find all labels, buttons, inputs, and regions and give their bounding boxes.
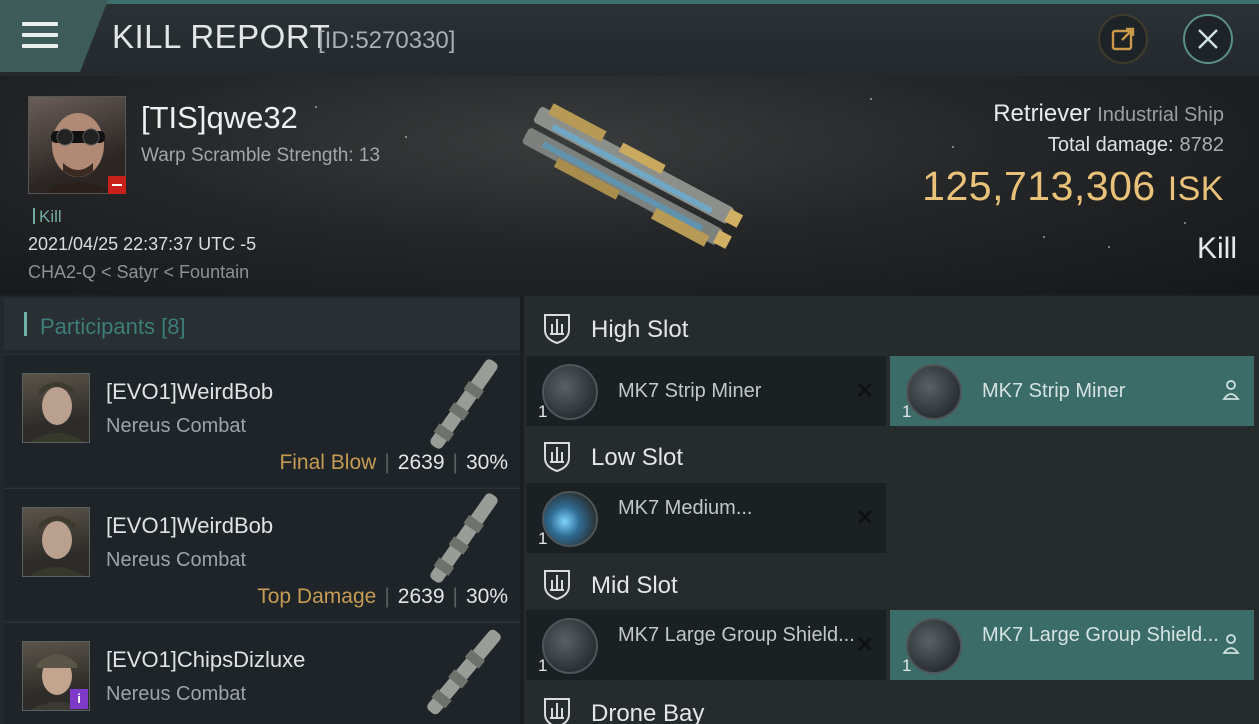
page-title: KILL REPORT <box>112 18 331 55</box>
kill-timestamp: 2021/04/25 22:37:37 UTC -5 <box>28 234 257 254</box>
participants-accent <box>24 312 27 336</box>
module-quantity: 1 <box>902 402 912 421</box>
high-slot-header: High Slot <box>524 298 1259 358</box>
mid-slot-header: Mid Slot <box>524 554 1259 614</box>
kill-tag: Kill <box>33 207 62 227</box>
share-button[interactable] <box>1098 14 1148 64</box>
participant-percent: 30% <box>465 451 508 474</box>
participant-ship: Nereus Combat <box>106 549 247 571</box>
weapon-image <box>430 359 498 449</box>
participant-avatar[interactable] <box>22 507 90 577</box>
ship-class-label: Industrial Ship <box>1097 104 1224 126</box>
victim-ship-image[interactable] <box>495 92 755 272</box>
result-label: Kill <box>1196 232 1237 265</box>
strip-miner-icon <box>906 364 962 420</box>
hostile-badge <box>108 176 126 194</box>
mid-slot-title: Mid Slot <box>591 572 678 599</box>
module-item[interactable]: 1 MK7 Strip Miner ✕ <box>526 356 886 426</box>
victim-ship-name[interactable]: Retriever Industrial Ship <box>993 100 1224 128</box>
destroyed-icon: ✕ <box>855 632 874 657</box>
participant-percent: 30% <box>465 585 508 608</box>
menu-icon <box>22 22 58 50</box>
participants-panel: Participants [8] [EVO1]WeirdBob Nereus C… <box>0 296 520 724</box>
total-damage-label: Total damage: <box>1047 134 1174 156</box>
module-item[interactable]: 1 MK7 Large Group Shield... <box>890 610 1254 680</box>
module-name: MK7 Large Group Shield... <box>618 624 855 646</box>
drone-bay-title: Drone Bay <box>591 700 705 724</box>
participant-name[interactable]: [EVO1]ChipsDizluxe <box>106 647 305 673</box>
total-damage: Total damage: 8782 <box>1048 134 1224 157</box>
title-bar: KILL REPORT [ID:5270330] <box>0 0 1259 76</box>
destroyed-icon: ✕ <box>855 378 874 403</box>
weapon-image <box>430 493 498 583</box>
participant-tag: Top Damage <box>257 585 377 608</box>
fitting-panel: High Slot 1 MK7 Strip Miner ✕ 1 MK7 Stri… <box>524 296 1259 724</box>
module-item[interactable]: 1 MK7 Strip Miner <box>890 356 1254 426</box>
shield-slot-icon <box>544 314 570 344</box>
participant-stats: Final Blow | 2639 | 30% <box>279 451 508 474</box>
participant-ship: Nereus Combat <box>106 415 247 437</box>
module-quantity: 1 <box>538 529 548 548</box>
participant-name[interactable]: [EVO1]WeirdBob <box>106 379 273 405</box>
armor-module-icon <box>542 491 598 547</box>
destroyed-icon: ✕ <box>855 505 874 530</box>
participant-damage: 2639 <box>397 585 445 608</box>
isk-amount: 125,713,306 <box>922 163 1156 209</box>
high-slot-title: High Slot <box>591 316 689 343</box>
shield-module-icon <box>906 618 962 674</box>
drone-bay-header: Drone Bay <box>524 682 1259 724</box>
participants-label: Participants [8] <box>40 314 186 340</box>
module-item[interactable]: 1 MK7 Medium... ✕ <box>526 483 886 553</box>
ship-name-label: Retriever <box>993 100 1091 127</box>
strip-miner-icon <box>542 364 598 420</box>
shield-slot-icon <box>544 442 570 472</box>
module-name: MK7 Medium... <box>618 497 753 519</box>
module-name: MK7 Large Group Shield... <box>982 624 1219 646</box>
shield-slot-icon <box>544 570 570 600</box>
module-name: MK7 Strip Miner <box>982 380 1126 402</box>
close-icon <box>1198 29 1218 49</box>
participant-avatar[interactable] <box>22 373 90 443</box>
low-slot-header: Low Slot <box>524 426 1259 486</box>
victim-name[interactable]: [TIS]qwe32 <box>141 100 298 136</box>
participants-title: Participants <box>40 314 155 339</box>
participant-name[interactable]: [EVO1]WeirdBob <box>106 513 273 539</box>
shield-module-icon <box>542 618 598 674</box>
participants-count: [8] <box>161 314 186 339</box>
weapon-image <box>427 629 501 715</box>
participant-stats: Top Damage | 2639 | 30% <box>257 585 508 608</box>
module-quantity: 1 <box>538 402 548 421</box>
participant-ship: Nereus Combat <box>106 683 247 705</box>
info-badge: i <box>70 689 88 709</box>
report-id: [ID:5270330] <box>318 27 456 54</box>
participant-row[interactable]: i [EVO1]ChipsDizluxe Nereus Combat <box>4 622 520 724</box>
warp-scramble-strength: Warp Scramble Strength: 13 <box>141 145 381 166</box>
low-slot-title: Low Slot <box>591 444 684 471</box>
module-quantity: 1 <box>538 656 548 675</box>
participant-row[interactable]: [EVO1]WeirdBob Nereus Combat Final Blow |… <box>4 354 520 486</box>
kill-location[interactable]: CHA2-Q < Satyr < Fountain <box>28 262 249 283</box>
menu-button[interactable] <box>0 0 108 72</box>
share-icon <box>1111 27 1135 51</box>
participant-tag: Final Blow <box>279 451 377 474</box>
total-damage-value: 8782 <box>1179 134 1225 156</box>
shield-slot-icon <box>544 698 570 724</box>
isk-value: 125,713,306 ISK <box>922 163 1224 210</box>
isk-unit: ISK <box>1167 170 1224 208</box>
module-quantity: 1 <box>902 656 912 675</box>
person-icon <box>1222 380 1240 400</box>
participant-row[interactable]: [EVO1]WeirdBob Nereus Combat Top Damage |… <box>4 488 520 620</box>
participants-header[interactable]: Participants [8] <box>4 298 520 350</box>
module-item[interactable]: 1 MK7 Large Group Shield... ✕ <box>526 610 886 680</box>
module-name: MK7 Strip Miner <box>618 380 762 402</box>
participant-damage: 2639 <box>397 451 445 474</box>
person-icon <box>1222 634 1240 654</box>
close-button[interactable] <box>1183 14 1233 64</box>
